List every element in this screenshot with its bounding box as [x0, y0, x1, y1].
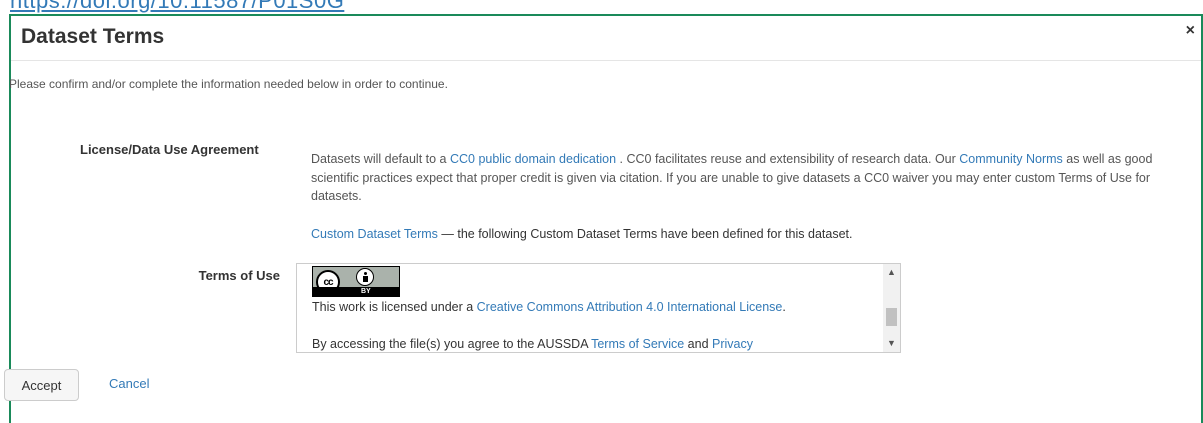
scroll-down-icon[interactable]: ▼	[883, 335, 900, 352]
terms-of-use-label: Terms of Use	[198, 268, 280, 283]
license-text-part: Datasets will default to a	[311, 152, 450, 166]
cancel-link[interactable]: Cancel	[109, 376, 149, 391]
community-norms-link[interactable]: Community Norms	[959, 152, 1063, 166]
cc-by-badge-icon[interactable]: cc BY	[312, 266, 400, 297]
cc-by-license-link[interactable]: Creative Commons Attribution 4.0 Interna…	[477, 300, 783, 314]
custom-terms-text: — the following Custom Dataset Terms hav…	[437, 227, 853, 241]
header-divider	[11, 60, 1201, 61]
dataset-terms-dialog: Dataset Terms ×	[9, 14, 1203, 423]
badge-bar	[313, 287, 399, 296]
cc0-link[interactable]: CC0 public domain dedication	[450, 152, 616, 166]
accept-button[interactable]: Accept	[4, 369, 79, 401]
custom-terms-line: Custom Dataset Terms — the following Cus…	[311, 227, 852, 241]
license-statement: This work is licensed under a Creative C…	[312, 300, 786, 314]
privacy-link[interactable]: Privacy	[712, 337, 753, 351]
license-label: License/Data Use Agreement	[80, 142, 259, 157]
close-icon[interactable]: ×	[1186, 23, 1195, 39]
agreement-text: By accessing the file(s) you agree to th…	[312, 337, 592, 351]
doi-link[interactable]: https://doi.org/10.11587/P01S0G	[10, 0, 344, 14]
scroll-thumb[interactable]	[886, 308, 897, 326]
terms-of-use-box[interactable]: cc BY This work is licensed under a Crea…	[296, 263, 901, 353]
access-agreement: By accessing the file(s) you agree to th…	[312, 337, 753, 351]
attribution-icon	[356, 268, 374, 286]
statement-text: This work is licensed under a	[312, 300, 477, 314]
terms-of-service-link[interactable]: Terms of Service	[591, 337, 684, 351]
agreement-text: and	[684, 337, 712, 351]
terms-scrollbar[interactable]: ▲ ▼	[883, 264, 900, 352]
dialog-header: Dataset Terms ×	[11, 16, 1201, 60]
statement-text: .	[782, 300, 786, 314]
license-text-part: . CC0 facilitates reuse and extensibilit…	[616, 152, 960, 166]
dialog-intro: Please confirm and/or complete the infor…	[9, 77, 448, 91]
custom-dataset-terms-link[interactable]: Custom Dataset Terms	[311, 227, 438, 241]
by-text: BY	[361, 288, 371, 295]
scroll-up-icon[interactable]: ▲	[883, 264, 900, 281]
license-description: Datasets will default to a CC0 public do…	[311, 150, 1191, 206]
dialog-title: Dataset Terms	[21, 25, 165, 48]
